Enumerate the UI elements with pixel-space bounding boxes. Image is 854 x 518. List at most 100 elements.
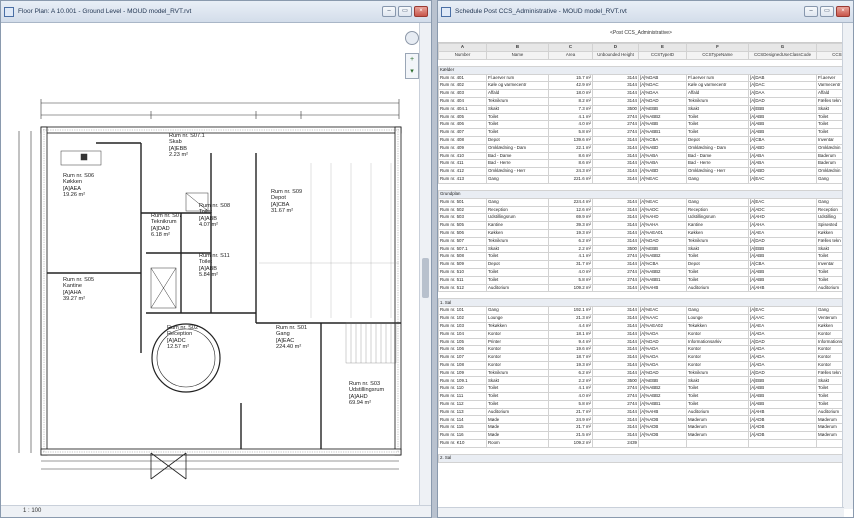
table-cell[interactable]: 3144 bbox=[592, 423, 639, 433]
table-row[interactable]: Rum nr. 113 Auditorium 21.7 m² 3144 [A]%AHB A… bbox=[438, 407, 844, 417]
table-cell[interactable]: Toilet bbox=[686, 392, 749, 401]
table-cell[interactable]: 5.8 m² bbox=[548, 399, 593, 409]
table-cell[interactable]: [A]ADA bbox=[748, 345, 817, 355]
table-cell[interactable]: [A]EAC bbox=[748, 197, 817, 207]
table-cell[interactable]: Skakt bbox=[816, 244, 844, 254]
table-cell[interactable]: [A]%DAB bbox=[638, 73, 687, 83]
table-row[interactable]: Rum nr. 105 Printer 9.4 m² 3144 [A]%DAD Infor… bbox=[438, 337, 844, 347]
table-cell[interactable]: 3144 bbox=[592, 415, 639, 425]
table-cell[interactable]: 3144 bbox=[592, 174, 639, 184]
room-label-s11[interactable]: Rum nr. S11 Toilet [A]ABB 5.84 m² bbox=[199, 253, 230, 278]
table-cell[interactable]: [A]%EBB bbox=[638, 244, 687, 254]
table-cell[interactable]: Skakt bbox=[816, 104, 844, 114]
table-cell[interactable]: [A]%EBB bbox=[638, 104, 687, 114]
table-cell[interactable]: [A]ABA bbox=[748, 159, 817, 169]
column-letter[interactable]: G bbox=[748, 43, 817, 52]
table-cell[interactable]: [A]CBA bbox=[748, 135, 817, 145]
table-cell[interactable]: [A]%AEA01 bbox=[638, 228, 687, 238]
table-cell[interactable]: Depot bbox=[486, 260, 549, 269]
steering-wheel-icon[interactable] bbox=[405, 31, 419, 45]
table-cell[interactable]: Rum nr. 405 bbox=[438, 112, 487, 122]
table-cell[interactable]: Gang bbox=[486, 197, 549, 207]
column-header[interactable]: Number bbox=[438, 50, 487, 60]
table-row[interactable]: Rum nr. 116 Møde 21.5 m² 3144 [A]%ADB Møderum… bbox=[438, 431, 844, 440]
table-cell[interactable]: [A]ABB bbox=[748, 120, 817, 130]
table-cell[interactable]: Gang bbox=[686, 174, 749, 184]
table-row[interactable]: Rum nr. 505 Kantine 39.3 m² 3144 [A]%AHA Kant… bbox=[438, 221, 844, 230]
table-cell[interactable]: 39.3 m² bbox=[548, 221, 593, 230]
table-row[interactable]: Rum nr. 409 Omklædning - Dam 22.1 m² 3144 [A… bbox=[438, 143, 844, 153]
schedule-horizontal-scrollbar[interactable] bbox=[438, 507, 844, 517]
table-cell[interactable]: Kontor bbox=[486, 360, 549, 370]
table-cell[interactable]: [A]%ADA bbox=[638, 329, 687, 339]
table-cell[interactable]: [A]ABB bbox=[748, 128, 817, 137]
table-cell[interactable]: Gang bbox=[816, 197, 844, 207]
table-cell[interactable]: Møderum bbox=[686, 415, 749, 425]
table-cell[interactable]: Møde bbox=[486, 423, 549, 433]
column-letter[interactable]: A bbox=[438, 43, 487, 52]
table-cell[interactable]: 4.0 m² bbox=[548, 267, 593, 277]
room-label-s06[interactable]: Rum nr. S06 Køkken [A]AEA 19.26 m² bbox=[63, 173, 94, 198]
table-cell[interactable]: Rum nr. 507.1 bbox=[438, 244, 487, 254]
table-cell[interactable]: 109.2 m² bbox=[548, 438, 593, 448]
table-cell[interactable]: Rum nr. 104 bbox=[438, 329, 487, 339]
table-cell[interactable]: Kontor bbox=[816, 329, 844, 339]
table-cell[interactable]: 21.5 m² bbox=[548, 431, 593, 440]
table-cell[interactable]: Fl.aerver rum bbox=[686, 73, 749, 83]
table-cell[interactable]: [A]ABD bbox=[748, 143, 817, 153]
table-cell[interactable]: Møderum bbox=[686, 431, 749, 440]
table-cell[interactable]: Rum nr. 503 bbox=[438, 213, 487, 223]
table-cell[interactable]: Toilet bbox=[486, 120, 549, 130]
table-cell[interactable]: Rum nr. 401 bbox=[438, 73, 487, 83]
table-cell[interactable]: 19.3 m² bbox=[548, 228, 593, 238]
table-cell[interactable]: Affald bbox=[486, 89, 549, 98]
table-cell[interactable]: 15.7 m² bbox=[548, 73, 593, 83]
table-cell[interactable]: 3144 bbox=[592, 228, 639, 238]
table-cell[interactable]: Køle og varmecentr bbox=[686, 81, 749, 91]
table-cell[interactable]: 3500 bbox=[592, 376, 639, 386]
table-cell[interactable]: 3144 bbox=[592, 143, 639, 153]
table-cell[interactable]: Kontor bbox=[486, 353, 549, 362]
table-cell[interactable]: Gang bbox=[816, 306, 844, 316]
table-row[interactable]: Rum nr. 502 Reception 12.6 m² 3144 [A]%ADC Re… bbox=[438, 205, 844, 215]
table-cell[interactable]: Kantine bbox=[486, 221, 549, 230]
column-letter[interactable]: C bbox=[548, 43, 593, 52]
table-cell[interactable]: 5.8 m² bbox=[548, 275, 593, 285]
table-cell[interactable]: [A]%ABB2 bbox=[638, 392, 687, 401]
table-cell[interactable]: Rum nr. 116 bbox=[438, 431, 487, 440]
room-label-s07[interactable]: Rum nr. S07 Teknikrum [A]DAD 6.18 m² bbox=[151, 213, 182, 238]
table-cell[interactable]: 3144 bbox=[592, 213, 639, 223]
table-cell[interactable]: Kontor bbox=[686, 360, 749, 370]
table-cell[interactable]: Rum nr. 411 bbox=[438, 159, 487, 169]
column-letter[interactable]: B bbox=[486, 43, 549, 52]
table-cell[interactable]: [A]%ABD bbox=[638, 143, 687, 153]
table-cell[interactable]: Rum nr. 102 bbox=[438, 314, 487, 323]
table-cell[interactable]: [A]%DAA bbox=[638, 89, 687, 98]
table-cell[interactable]: 5.8 m² bbox=[548, 128, 593, 137]
table-cell[interactable]: 18.0 m² bbox=[548, 89, 593, 98]
table-cell[interactable]: Møde bbox=[486, 415, 549, 425]
table-cell[interactable]: [A]%ABB2 bbox=[638, 267, 687, 277]
table-cell[interactable]: Inventar bbox=[816, 260, 844, 269]
table-cell[interactable]: Toilet bbox=[486, 267, 549, 277]
table-cell[interactable]: Rum nr. 111 bbox=[438, 392, 487, 401]
table-cell[interactable]: 3144 bbox=[592, 197, 639, 207]
table-cell[interactable]: Rum nr. 501 bbox=[438, 197, 487, 207]
table-cell[interactable]: [A]ABB bbox=[748, 399, 817, 409]
table-cell[interactable]: 3144 bbox=[592, 329, 639, 339]
table-cell[interactable]: Gang bbox=[686, 306, 749, 316]
table-cell[interactable]: Fl.aerver rum bbox=[486, 73, 549, 83]
table-cell[interactable]: 2744 bbox=[592, 392, 639, 401]
table-cell[interactable]: Toilet bbox=[816, 128, 844, 137]
table-cell[interactable]: 3144 bbox=[592, 73, 639, 83]
table-cell[interactable]: 3144 bbox=[592, 360, 639, 370]
table-cell[interactable]: Teknikrum bbox=[686, 236, 749, 246]
view-control-bar[interactable]: 1 : 100 bbox=[1, 505, 431, 517]
table-cell[interactable]: [A]ADB bbox=[748, 415, 817, 425]
close-button[interactable]: × bbox=[414, 6, 428, 17]
table-cell[interactable]: 19.6 m² bbox=[548, 345, 593, 355]
table-cell[interactable]: [A]ABA bbox=[748, 151, 817, 161]
table-cell[interactable]: 3144 bbox=[592, 407, 639, 417]
table-cell[interactable]: 4.1 m² bbox=[548, 252, 593, 262]
table-cell[interactable]: Kontor bbox=[486, 345, 549, 355]
